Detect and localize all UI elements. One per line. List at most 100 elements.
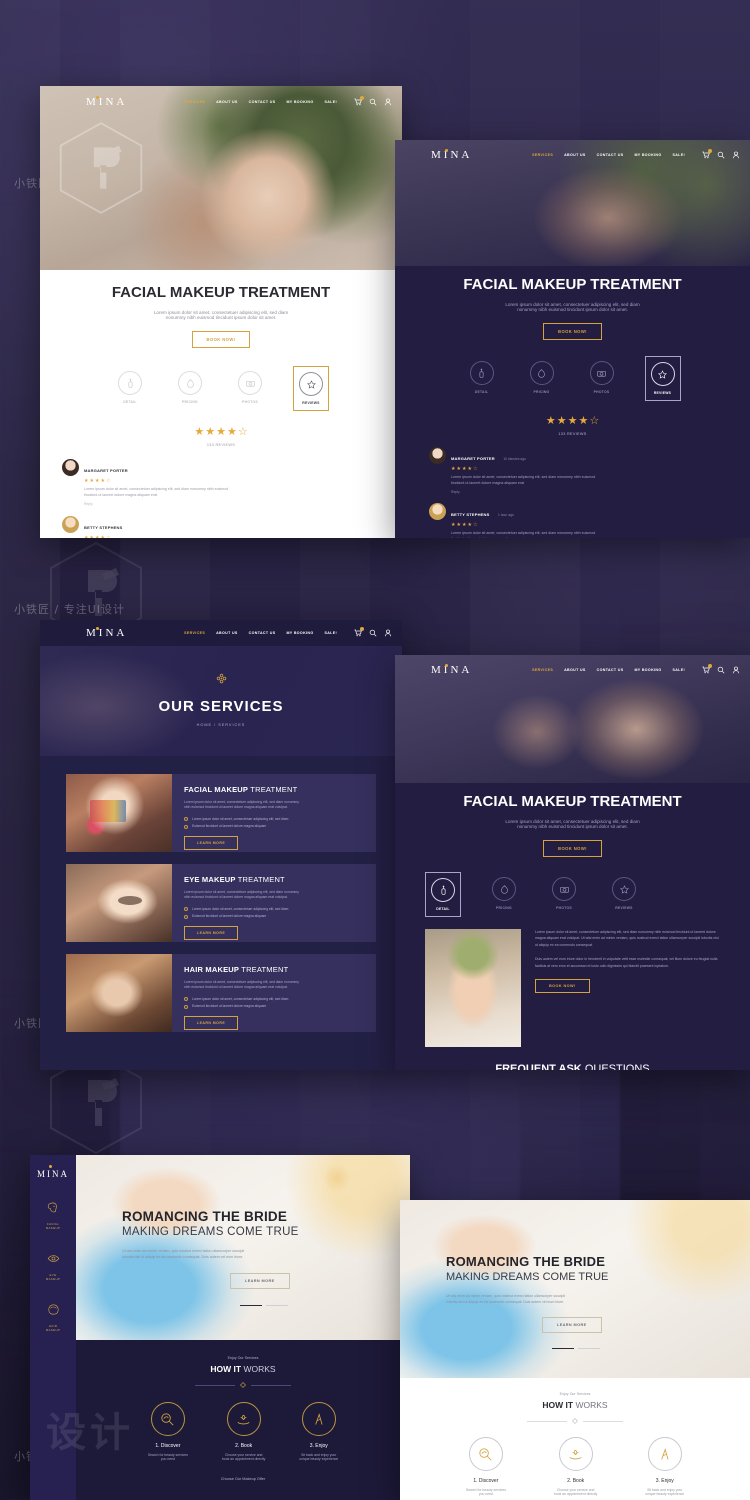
brand-logo[interactable]: MINA [30, 1155, 76, 1179]
tab-reviews[interactable]: REVIEWS [293, 366, 329, 411]
nav-link-about-us[interactable]: ABOUT US [564, 153, 586, 157]
cart-icon[interactable] [354, 96, 364, 106]
navbar[interactable]: MINA SERVICES ABOUT US CONTACT US MY BOO… [395, 144, 750, 166]
learn-more-button[interactable]: LEARN MORE [184, 1015, 239, 1030]
service-tabs[interactable]: DETAIL PRICING PHOTOS REVIEWS [395, 356, 750, 401]
navbar[interactable]: MINA SERVICES ABOUT US CONTACT US MY BOO… [395, 659, 750, 681]
book-now-button[interactable]: BOOK NOW! [543, 323, 602, 340]
nav-icon-group[interactable] [354, 96, 392, 106]
carousel-bar-active[interactable] [240, 1304, 262, 1306]
hiw-step-enjoy[interactable]: 3. Enjoy Sit back and enjoy your unique … [299, 1402, 338, 1461]
nav-links[interactable]: SERVICES ABOUT US CONTACT US MY BOOKING … [184, 100, 337, 104]
user-icon[interactable] [384, 629, 392, 637]
tab-reviews[interactable]: REVIEWS [607, 872, 641, 917]
breadcrumb[interactable]: HOME / SERVICES [40, 723, 402, 727]
nav-icon-group[interactable] [354, 627, 392, 637]
brand-logo[interactable]: MINA [50, 96, 127, 108]
hiw-step-book[interactable]: 2. Book Choose your service and book an … [554, 1437, 597, 1496]
nav-link-contact-us[interactable]: CONTACT US [249, 631, 276, 635]
book-now-button[interactable]: BOOK NOW! [543, 840, 602, 857]
nav-link-about-us[interactable]: ABOUT US [564, 668, 586, 672]
user-icon[interactable] [732, 666, 740, 674]
mockup-bride-right[interactable]: ROMANCING THE BRIDE MAKING DREAMS COME T… [400, 1200, 750, 1500]
carousel-bar[interactable] [266, 1304, 288, 1306]
brand-logo[interactable]: MINA [405, 149, 472, 161]
navbar[interactable]: MINA SERVICES ABOUT US CONTACT US MY BOO… [40, 90, 402, 114]
service-bullet: Euismod tincidunt ut laoreet dolore magn… [184, 824, 364, 829]
tab-pricing[interactable]: PRICING [487, 872, 521, 917]
mockup-reviews-dark[interactable]: MINA SERVICES ABOUT US CONTACT US MY BOO… [395, 140, 750, 538]
nav-link-sale[interactable]: SALE! [672, 668, 685, 672]
hiw-step-enjoy[interactable]: 3. Enjoy Sit back and enjoy your unique … [645, 1437, 684, 1496]
nav-link-my-booking[interactable]: MY BOOKING [286, 100, 313, 104]
nav-link-contact-us[interactable]: CONTACT US [249, 100, 276, 104]
nav-link-contact-us[interactable]: CONTACT US [597, 668, 624, 672]
nav-link-services[interactable]: SERVICES [532, 668, 553, 672]
nav-icon-group[interactable] [702, 149, 740, 159]
cart-icon[interactable] [354, 627, 364, 637]
cart-icon[interactable] [702, 149, 712, 159]
book-now-button[interactable]: BOOK NOW! [535, 979, 590, 994]
user-icon[interactable] [384, 98, 392, 106]
nav-link-services[interactable]: SERVICES [184, 631, 205, 635]
nav-link-sale[interactable]: SALE! [324, 631, 337, 635]
nav-link-sale[interactable]: SALE! [324, 100, 337, 104]
search-icon[interactable] [369, 98, 377, 106]
carousel-bar-active[interactable] [552, 1348, 574, 1350]
hiw-step-book[interactable]: 2. Book Choose your service and book an … [222, 1402, 265, 1461]
service-card[interactable]: HAIR MAKEUP TREATMENT Lorem ipsum dolor … [66, 954, 376, 1032]
nav-link-about-us[interactable]: ABOUT US [216, 631, 238, 635]
service-card[interactable]: FACIAL MAKEUP TREATMENT Lorem ipsum dolo… [66, 774, 376, 852]
tab-photos[interactable]: PHOTOS [585, 356, 619, 401]
nav-icon-group[interactable] [702, 664, 740, 674]
tab-pricing[interactable]: PRICING [173, 366, 207, 411]
nav-link-sale[interactable]: SALE! [672, 153, 685, 157]
learn-more-button[interactable]: LEARN MORE [184, 835, 239, 850]
user-icon[interactable] [732, 151, 740, 159]
search-icon[interactable] [717, 666, 725, 674]
tab-detail[interactable]: DETAIL [113, 366, 147, 411]
nav-links[interactable]: SERVICES ABOUT US CONTACT US MY BOOKING … [532, 668, 685, 672]
service-tabs[interactable]: DETAIL PRICING PHOTOS REVIEWS [395, 872, 750, 917]
service-card[interactable]: EYE MAKEUP TREATMENT Lorem ipsum dolor s… [66, 864, 376, 942]
sidebar-item-facial-makeup[interactable]: FACIAL MAKEUP [30, 1201, 76, 1230]
brand-logo[interactable]: MINA [50, 627, 127, 639]
service-tabs[interactable]: DETAIL PRICING PHOTOS REVIEWS [40, 366, 402, 411]
hiw-step-discover[interactable]: 1. Discover Search for beauty services y… [466, 1437, 506, 1496]
learn-more-button[interactable]: LEARN MORE [542, 1317, 602, 1334]
reply-link[interactable]: Reply [451, 490, 716, 494]
learn-more-button[interactable]: LEARN MORE [184, 925, 239, 940]
navbar[interactable]: MINA SERVICES ABOUT US CONTACT US MY BOO… [40, 620, 402, 646]
search-icon[interactable] [717, 151, 725, 159]
tab-reviews[interactable]: REVIEWS [644, 356, 681, 401]
nav-link-my-booking[interactable]: MY BOOKING [634, 668, 661, 672]
nav-link-services[interactable]: SERVICES [532, 153, 553, 157]
carousel-pagination[interactable] [552, 1348, 750, 1350]
tab-photos[interactable]: PHOTOS [233, 366, 267, 411]
learn-more-button[interactable]: LEARN MORE [230, 1272, 290, 1289]
nav-link-services[interactable]: SERVICES [184, 100, 205, 104]
carousel-bar[interactable] [578, 1348, 600, 1350]
nav-link-my-booking[interactable]: MY BOOKING [286, 631, 313, 635]
brand-logo[interactable]: MINA [405, 664, 472, 676]
nav-link-contact-us[interactable]: CONTACT US [597, 153, 624, 157]
tab-pricing[interactable]: PRICING [525, 356, 559, 401]
mockup-services[interactable]: MINA SERVICES ABOUT US CONTACT US MY BOO… [40, 620, 402, 1070]
reply-link[interactable]: Reply [84, 502, 380, 506]
cart-icon[interactable] [702, 664, 712, 674]
nav-link-my-booking[interactable]: MY BOOKING [634, 153, 661, 157]
sidebar-item-hair-makeup[interactable]: HAIR MAKEUP [30, 1303, 76, 1332]
tab-detail[interactable]: DETAIL [465, 356, 499, 401]
nav-links[interactable]: SERVICES ABOUT US CONTACT US MY BOOKING … [532, 153, 685, 157]
mockup-reviews-light[interactable]: MINA SERVICES ABOUT US CONTACT US MY BOO… [40, 86, 402, 538]
carousel-pagination[interactable] [240, 1304, 410, 1306]
nav-link-about-us[interactable]: ABOUT US [216, 100, 238, 104]
mockup-detail[interactable]: MINA SERVICES ABOUT US CONTACT US MY BOO… [395, 655, 750, 1070]
tab-detail[interactable]: DETAIL [425, 872, 461, 917]
book-now-button[interactable]: BOOK NOW! [191, 331, 251, 348]
sidebar-item-eye-makeup[interactable]: EYE MAKEUP [30, 1252, 76, 1281]
tab-photos[interactable]: PHOTOS [547, 872, 581, 917]
hiw-step-discover[interactable]: 1. Discover Search for beauty services y… [148, 1402, 188, 1461]
search-icon[interactable] [369, 629, 377, 637]
nav-links[interactable]: SERVICES ABOUT US CONTACT US MY BOOKING … [184, 631, 337, 635]
